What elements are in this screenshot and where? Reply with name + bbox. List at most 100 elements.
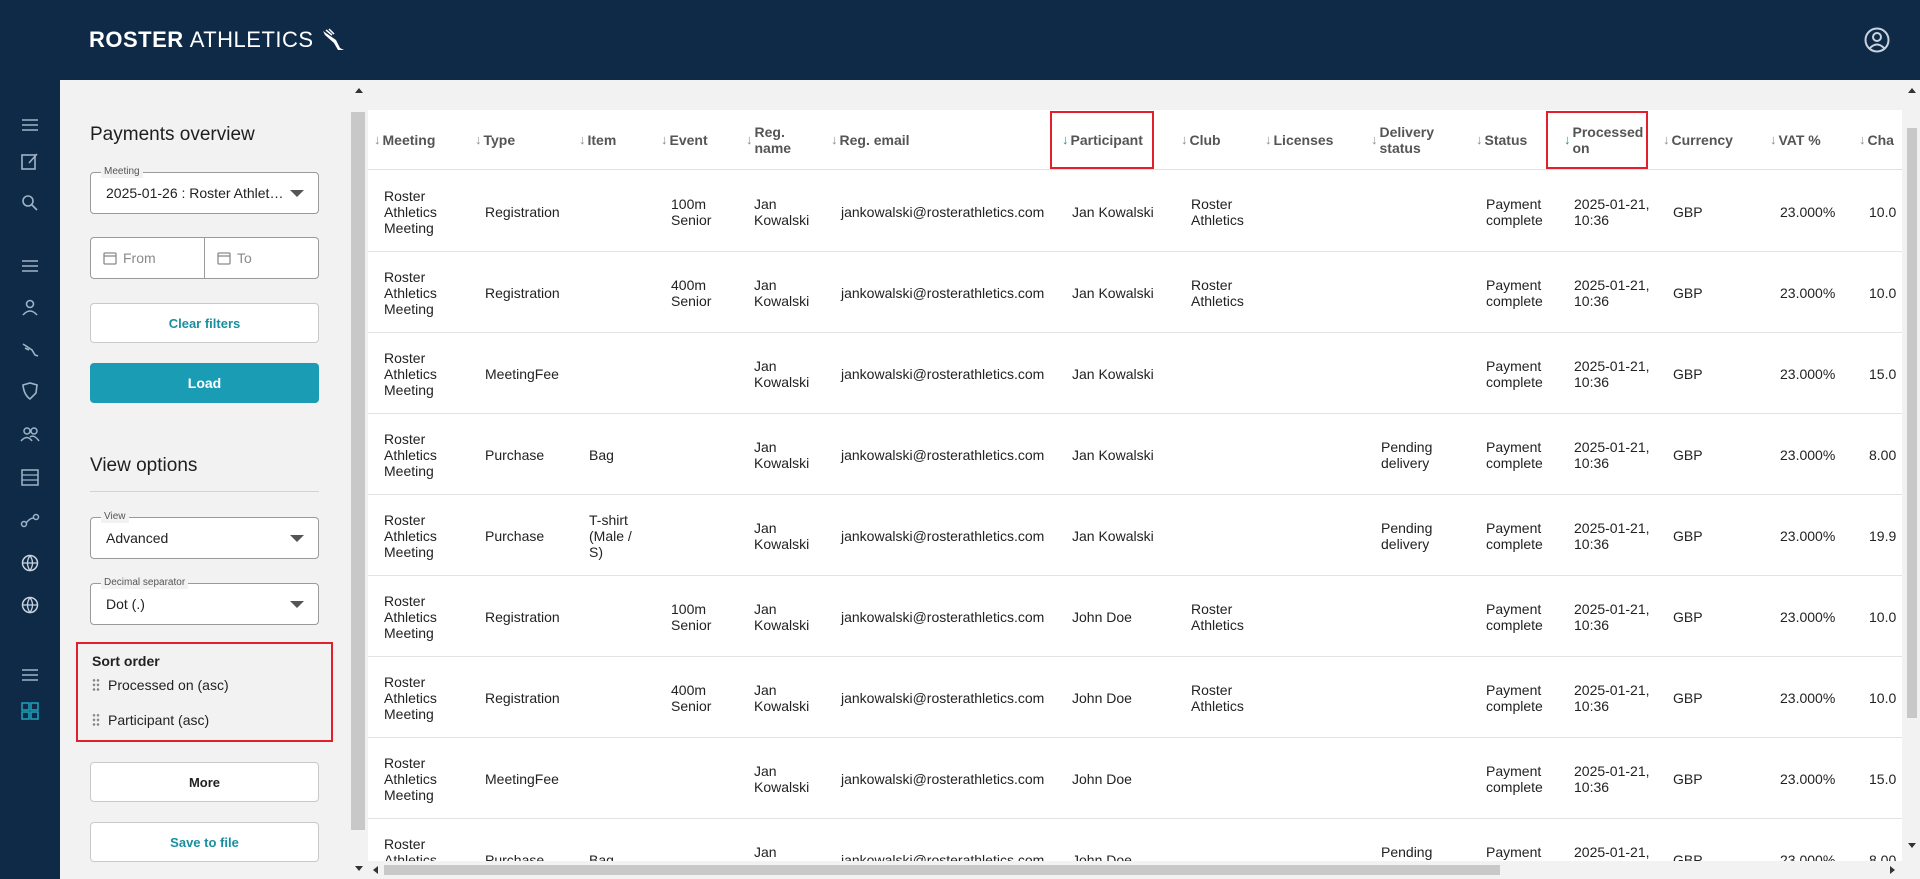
table-cell: Roster Athletics Meeting [384, 430, 437, 479]
column-header-label: VAT % [1778, 132, 1821, 148]
scrollbar-thumb[interactable] [384, 865, 1500, 875]
dashboard-icon[interactable] [19, 700, 41, 722]
more-button[interactable]: More [90, 762, 319, 802]
column-header[interactable]: ↓ Club [1181, 110, 1221, 170]
column-header[interactable]: ↓ Type [475, 110, 515, 170]
from-date-input[interactable]: From [91, 238, 204, 278]
group-icon[interactable] [19, 423, 41, 445]
column-header[interactable]: ↓ Reg. email [831, 110, 910, 170]
sort-item[interactable]: Participant (asc) [92, 712, 209, 728]
scroll-left-arrow[interactable] [373, 866, 378, 874]
table-cell: Payment complete [1486, 438, 1543, 471]
table-cell: Roster Athletics Meeting [384, 511, 437, 560]
table-cell: Jan Kowalski [1072, 203, 1154, 220]
calendar-grid-icon[interactable] [19, 466, 41, 488]
table-cell: 10.0 [1869, 608, 1897, 625]
menu-icon[interactable] [19, 255, 41, 277]
sort-arrow-icon: ↓ [1181, 132, 1188, 147]
participant-column-highlight [1050, 111, 1154, 169]
column-header[interactable]: ↓ Licenses [1265, 110, 1333, 170]
column-header[interactable]: ↓ Meeting [374, 110, 435, 170]
drag-handle-icon[interactable] [92, 678, 100, 692]
table-row[interactable]: Roster Athletics Meeting Registration 100m… [368, 576, 1902, 657]
menu-icon[interactable] [19, 114, 41, 136]
scroll-down-arrow[interactable] [1908, 843, 1916, 848]
table-cell: 8.00 [1869, 446, 1897, 463]
app-logo[interactable]: ROSTER ATHLETICS [89, 27, 346, 53]
sort-arrow-icon: ↓ [746, 132, 753, 147]
shield-icon[interactable] [19, 380, 41, 402]
table-row[interactable]: Roster Athletics Meeting Registration 400m… [368, 657, 1902, 738]
table-cell: 100m Senior [671, 195, 712, 228]
table-cell: 400m Senior [671, 681, 712, 714]
table-row[interactable]: Roster Athletics Meeting Purchase T-shirt … [368, 495, 1902, 576]
column-header[interactable]: ↓ Delivery status [1371, 110, 1434, 170]
table-cell: Payment complete [1486, 519, 1543, 552]
table-row[interactable]: Roster Athletics Meeting MeetingFee Jan Ko… [368, 738, 1902, 819]
table-row[interactable]: Roster Athletics Meeting Registration 100m… [368, 171, 1902, 252]
drag-handle-icon[interactable] [92, 713, 100, 727]
table-row[interactable]: Roster Athletics Meeting MeetingFee Jan Ko… [368, 333, 1902, 414]
scroll-down-arrow[interactable] [355, 866, 363, 871]
view-options-title: View options [90, 455, 198, 476]
view-select[interactable]: View Advanced [90, 511, 319, 559]
person-icon[interactable] [19, 296, 41, 318]
table-cell: 2025-01-21, 10:36 [1574, 438, 1650, 471]
column-header[interactable]: ↓ Currency [1663, 110, 1733, 170]
table-cell: 23.000% [1780, 203, 1836, 220]
table-cell: GBP [1673, 203, 1703, 220]
processed-on-column-highlight [1546, 111, 1648, 169]
chain-icon[interactable] [19, 509, 41, 531]
table-cell: 23.000% [1780, 527, 1836, 544]
menu-icon[interactable] [19, 664, 41, 686]
meeting-select[interactable]: Meeting 2025-01-26 : Roster Athletics Me… [90, 166, 319, 214]
table-row[interactable]: Roster Athletics Meeting Purchase Bag Jan K… [368, 414, 1902, 495]
to-date-input[interactable]: To [204, 238, 318, 278]
table-cell: Registration [485, 203, 560, 220]
table-cell: jankowalski@rosterathletics.com [841, 608, 1045, 625]
save-to-file-button[interactable]: Save to file [90, 822, 319, 862]
sort-item-label: Processed on (asc) [108, 677, 229, 693]
table-cell: John Doe [1072, 851, 1132, 862]
table-cell: 23.000% [1780, 284, 1836, 301]
column-header[interactable]: ↓ Item [579, 110, 616, 170]
column-header[interactable]: ↓ Cha [1859, 110, 1894, 170]
scroll-up-arrow[interactable] [1908, 88, 1916, 93]
table-cell: Roster Athletics Meeting [384, 673, 437, 722]
left-scrollbar[interactable] [351, 112, 365, 830]
table-cell: jankowalski@rosterathletics.com [841, 689, 1045, 706]
sort-arrow-icon: ↓ [831, 132, 838, 147]
winged-shoe-icon [322, 28, 344, 50]
sort-arrow-icon: ↓ [1265, 132, 1272, 147]
running-icon[interactable] [19, 338, 41, 360]
decimal-separator-select[interactable]: Decimal separator Dot (.) [90, 577, 319, 625]
column-header-label: Status [1484, 132, 1528, 148]
table-cell: 23.000% [1780, 689, 1836, 706]
globe-icon[interactable] [19, 552, 41, 574]
table-row[interactable]: Roster Athletics Meeting Purchase Bag Jan K… [368, 819, 1902, 862]
table-cell: 23.000% [1780, 446, 1836, 463]
edit-icon[interactable] [19, 150, 41, 172]
sort-item[interactable]: Processed on (asc) [92, 677, 229, 693]
column-header[interactable]: ↓ Event [661, 110, 708, 170]
table-cell: John Doe [1072, 689, 1132, 706]
table-cell: Payment complete [1486, 843, 1543, 862]
search-icon[interactable] [19, 192, 41, 214]
account-icon[interactable] [1864, 27, 1890, 53]
load-button[interactable]: Load [90, 363, 319, 403]
scroll-right-arrow[interactable] [1890, 866, 1895, 874]
globe-icon[interactable] [19, 594, 41, 616]
column-header[interactable]: ↓ VAT % [1770, 110, 1821, 170]
scroll-up-arrow[interactable] [355, 88, 363, 93]
column-header[interactable]: ↓ Reg. name [746, 110, 791, 170]
clear-filters-button[interactable]: Clear filters [90, 303, 319, 343]
right-scrollbar[interactable] [1904, 80, 1920, 879]
horizontal-scrollbar[interactable] [368, 861, 1902, 879]
column-header[interactable]: ↓ Status [1476, 110, 1527, 170]
chevron-down-icon [290, 601, 304, 608]
table-row[interactable]: Roster Athletics Meeting Registration 400m… [368, 252, 1902, 333]
sort-arrow-icon: ↓ [374, 132, 381, 147]
table-cell: 10.0 [1869, 203, 1897, 220]
scrollbar-thumb[interactable] [1907, 128, 1917, 718]
table-cell: 23.000% [1780, 770, 1836, 787]
